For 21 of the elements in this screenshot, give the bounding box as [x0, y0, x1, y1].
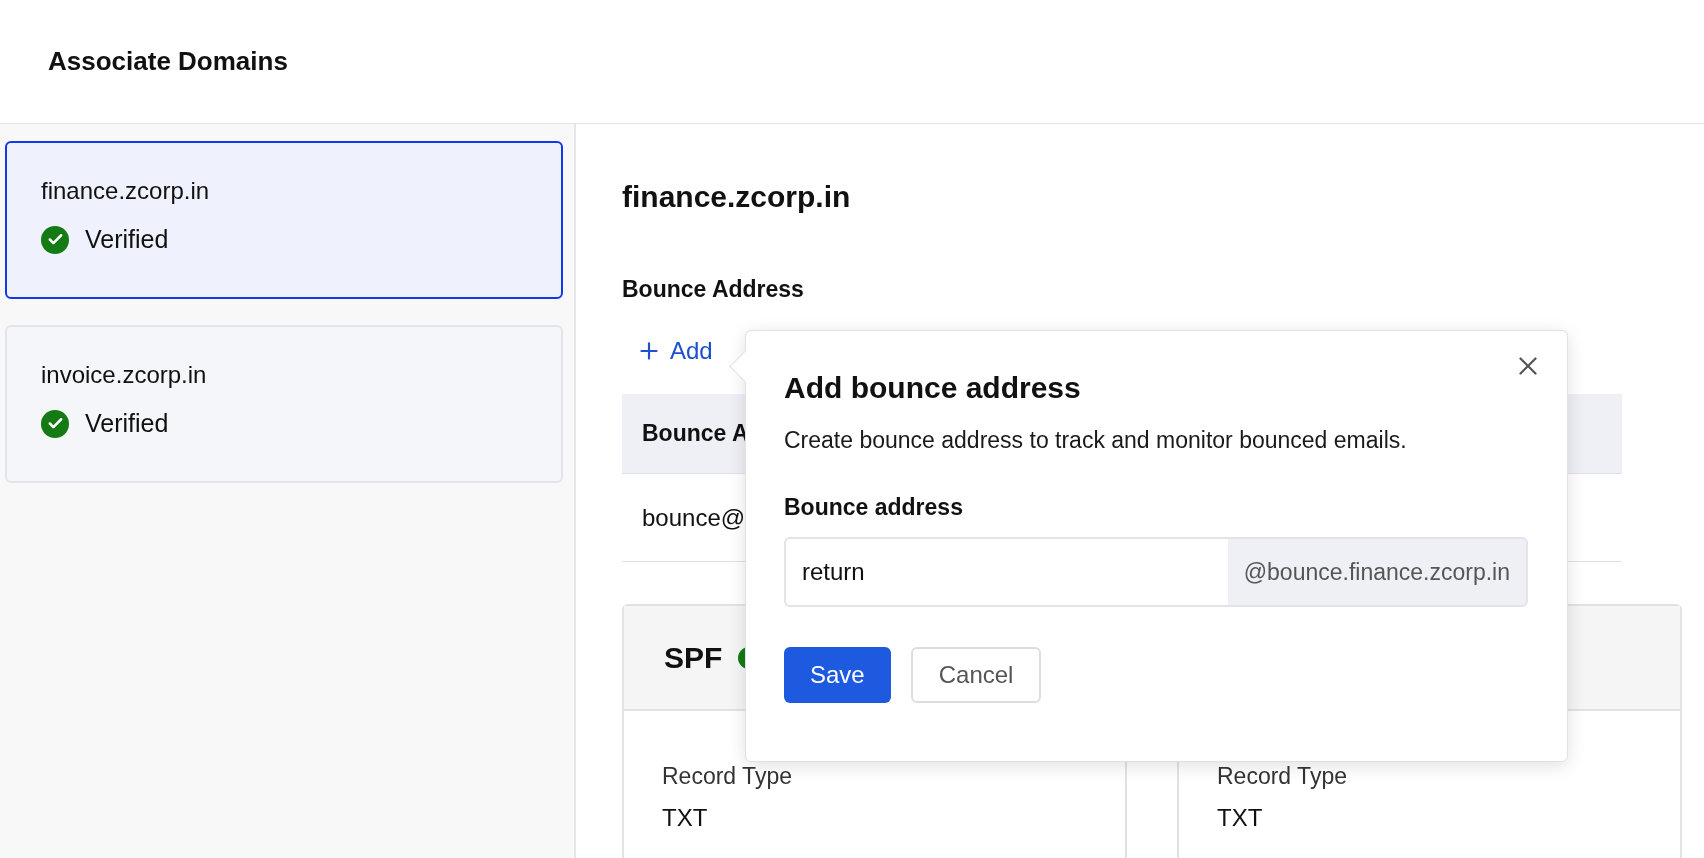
section-title: Bounce Address — [622, 276, 805, 303]
field-value: TXT — [662, 804, 709, 832]
popover-description: Create bounce address to track and monitor bounced emails. — [784, 427, 1408, 454]
save-button[interactable]: Save — [784, 647, 891, 703]
status-label: Verified — [85, 409, 169, 438]
domain-name: invoice.zcorp.in — [41, 361, 208, 389]
table-cell: bounce@ — [642, 503, 746, 532]
field-value: TXT — [1217, 804, 1264, 832]
cancel-button[interactable]: Cancel — [910, 647, 1042, 703]
field-label: Record Type — [662, 763, 793, 790]
status-label: Verified — [85, 225, 169, 254]
domain-name: finance.zcorp.in — [41, 177, 211, 205]
domain-title: finance.zcorp.in — [622, 180, 852, 215]
record-title: SPF — [664, 640, 723, 675]
popover-title: Add bounce address — [784, 371, 1082, 405]
domain-card[interactable]: invoice.zcorp.in Verified — [5, 325, 563, 483]
field-label: Bounce address — [784, 494, 964, 521]
domain-card[interactable]: finance.zcorp.in Verified — [5, 141, 563, 299]
page-title: Associate Domains — [48, 46, 288, 77]
add-link[interactable]: Add — [636, 337, 713, 365]
field-label: Record Type — [1217, 763, 1348, 790]
